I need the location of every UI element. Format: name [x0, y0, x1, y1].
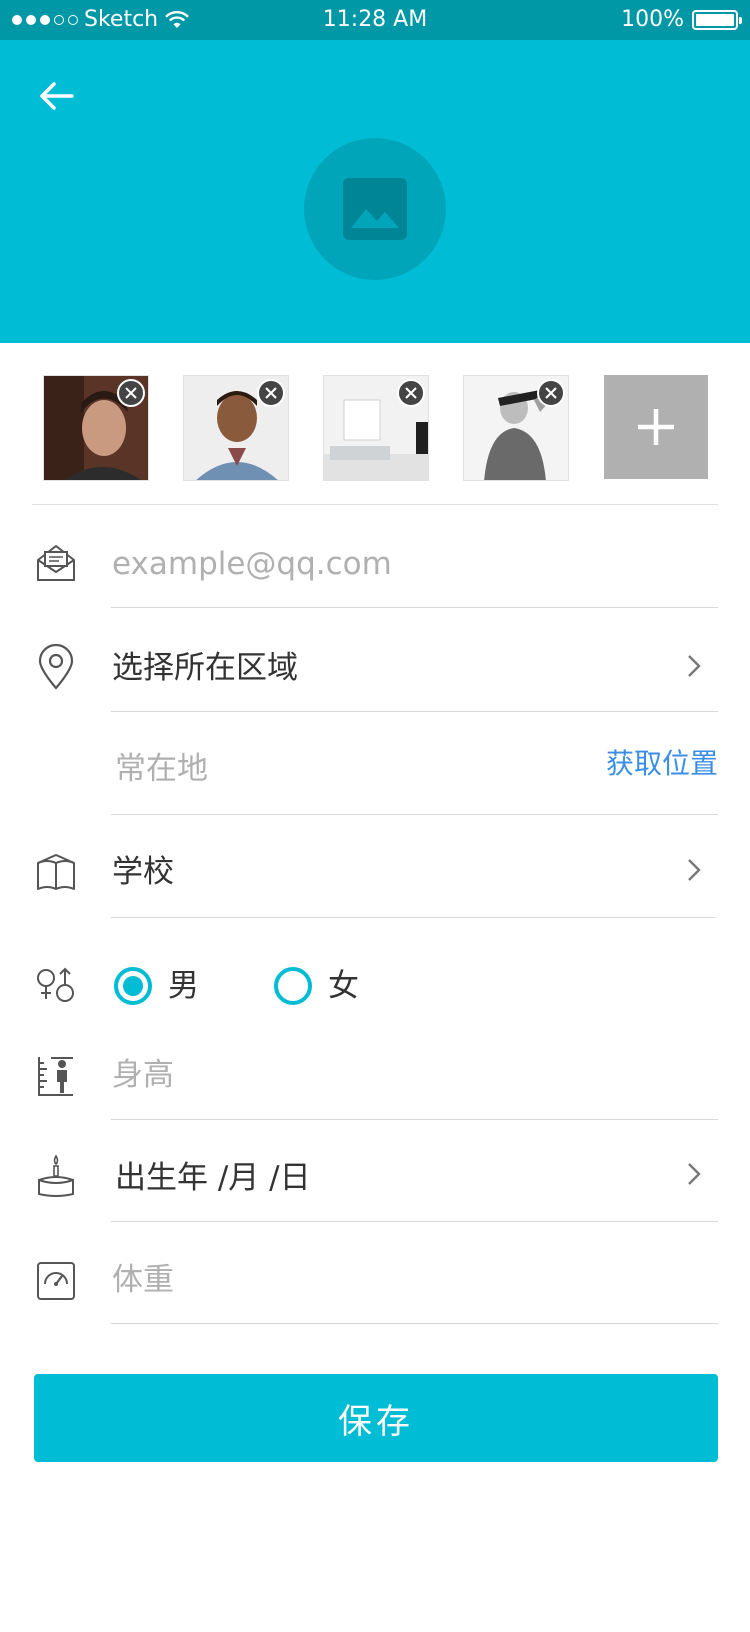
weight-field[interactable]: 体重: [112, 1260, 174, 1300]
gender-female-label: 女: [328, 968, 359, 1004]
residence-field[interactable]: 常在地: [115, 749, 208, 789]
close-icon: [265, 387, 277, 399]
chevron-right-icon: [688, 655, 701, 677]
region-divider: [111, 711, 718, 712]
remove-photo-button[interactable]: [257, 379, 285, 407]
close-icon: [125, 387, 137, 399]
height-divider: [111, 1119, 718, 1120]
battery-icon: [692, 9, 742, 30]
email-divider: [111, 607, 718, 608]
battery-percentage: 100%: [621, 7, 684, 32]
gender-male-radio[interactable]: [114, 967, 152, 1005]
status-bar: Sketch 11:28 AM 100%: [0, 0, 750, 40]
birthday-divider: [111, 1221, 718, 1222]
cake-icon: [34, 1154, 78, 1198]
region-chevron[interactable]: [682, 651, 706, 681]
birthday-selector[interactable]: 出生年 /月 /日: [115, 1158, 311, 1198]
residence-divider: [111, 814, 718, 815]
profile-header: [0, 40, 750, 343]
gender-male-label: 男: [168, 968, 199, 1004]
weight-divider: [111, 1323, 718, 1324]
book-icon: [34, 851, 78, 895]
get-location-link[interactable]: 获取位置: [606, 744, 718, 784]
photo-thumbnail[interactable]: [43, 375, 149, 481]
gender-female-radio[interactable]: [274, 967, 312, 1005]
arrow-left-icon: [40, 82, 74, 110]
chevron-right-icon: [688, 1163, 701, 1185]
save-button[interactable]: 保存: [34, 1374, 718, 1462]
image-placeholder-icon: [343, 178, 407, 240]
remove-photo-button[interactable]: [397, 379, 425, 407]
photo-thumbnail[interactable]: [323, 375, 429, 481]
email-field[interactable]: example@qq.com: [112, 544, 392, 584]
school-selector[interactable]: 学校: [112, 852, 174, 892]
region-selector[interactable]: 选择所在区域: [112, 648, 298, 688]
section-divider: [32, 504, 718, 505]
add-photo-button[interactable]: [604, 375, 708, 479]
school-chevron[interactable]: [682, 855, 706, 885]
back-button[interactable]: [30, 70, 82, 122]
scale-icon: [34, 1259, 78, 1303]
close-icon: [545, 387, 557, 399]
photo-thumbnail[interactable]: [463, 375, 569, 481]
photo-strip: [0, 375, 750, 481]
chevron-right-icon: [688, 859, 701, 881]
height-ruler-icon: [34, 1054, 78, 1098]
photo-thumbnail[interactable]: [183, 375, 289, 481]
remove-photo-button[interactable]: [537, 379, 565, 407]
height-field[interactable]: 身高: [112, 1055, 174, 1095]
envelope-icon: [34, 541, 78, 585]
close-icon: [405, 387, 417, 399]
status-right: 100%: [621, 7, 742, 32]
gender-icon: [34, 964, 78, 1008]
plus-icon: [638, 409, 674, 445]
location-pin-icon: [34, 644, 78, 690]
remove-photo-button[interactable]: [117, 379, 145, 407]
birthday-chevron[interactable]: [682, 1159, 706, 1189]
school-divider: [111, 917, 715, 918]
avatar-upload[interactable]: [304, 138, 446, 280]
